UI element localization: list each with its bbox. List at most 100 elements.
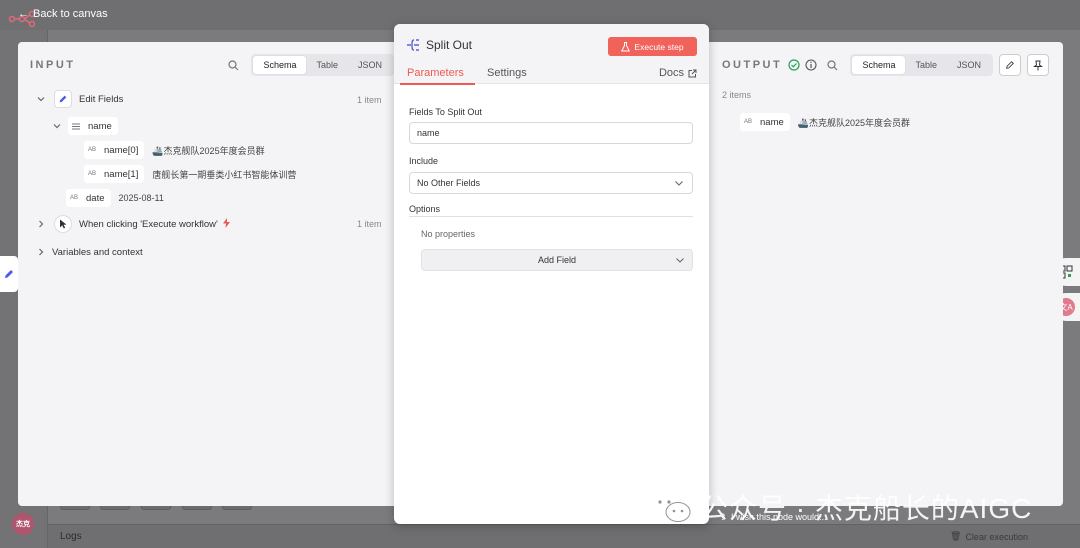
tab-schema[interactable]: Schema xyxy=(253,56,307,74)
edit-output-button[interactable] xyxy=(999,54,1021,76)
node-title: Split Out xyxy=(406,38,472,52)
input-panel: INPUT Schema Table JSON Edit Fields 1 it… xyxy=(18,42,394,506)
name1-value: 唐舰长第一期垂类小红书智能体训营 xyxy=(152,169,297,180)
split-out-icon xyxy=(406,38,420,52)
docs-label: Docs xyxy=(658,67,684,79)
watermark: 公众号 · 杰克船长的AIGC xyxy=(650,487,1032,527)
tab-table[interactable]: Table xyxy=(905,56,947,74)
variables-context-label: Variables and context xyxy=(52,246,143,258)
tab-table[interactable]: Table xyxy=(306,56,348,74)
output-name-label: name xyxy=(760,116,784,128)
trash-icon: 🗑 xyxy=(950,531,962,541)
feedback-link[interactable]: ? I wish this node would... xyxy=(720,512,827,522)
string-type-badge: AB xyxy=(84,165,101,183)
date-label: date xyxy=(86,192,105,204)
output-items-count: 2 items xyxy=(722,90,752,100)
name1-row[interactable]: AB name[1] 唐舰长第一期垂类小红书智能体训营 xyxy=(84,165,296,183)
search-icon[interactable] xyxy=(228,59,239,71)
success-check-icon xyxy=(788,59,800,71)
name-array-label: name xyxy=(88,120,112,132)
arrow-left-icon: ← xyxy=(18,8,29,20)
pencil-icon xyxy=(5,270,13,278)
avatar[interactable]: 杰克 xyxy=(12,513,34,535)
input-view-tabs: Schema Table JSON xyxy=(251,54,394,76)
clear-execution-button[interactable]: 🗑 Clear execution xyxy=(950,531,1028,542)
docs-link[interactable]: Docs xyxy=(659,67,697,79)
output-panel: OUTPUT Schema Table JSON 2 items AB name… xyxy=(708,42,1063,506)
include-value: No Other Fields xyxy=(417,178,481,188)
add-field-label: Add Field xyxy=(537,255,577,265)
date-row[interactable]: AB date 2025-08-11 xyxy=(66,189,164,207)
name0-row[interactable]: AB name[0] 🚢杰克舰队2025年度会员群 xyxy=(84,141,265,159)
cursor-icon xyxy=(54,215,72,233)
name0-label: name[0] xyxy=(104,144,139,156)
chevron-down-icon xyxy=(675,181,683,186)
string-type-badge: AB xyxy=(740,113,757,131)
split-out-node-card: Split Out Execute step Parameters Settin… xyxy=(394,24,709,524)
tab-settings[interactable]: Settings xyxy=(487,67,527,79)
input-header: INPUT Schema Table JSON xyxy=(30,54,394,76)
clear-execution-label: Clear execution xyxy=(965,531,1028,542)
output-name-pill[interactable]: AB name xyxy=(740,113,790,131)
fields-to-split-label: Fields To Split Out xyxy=(409,107,482,117)
lightning-icon xyxy=(222,217,230,231)
tab-schema[interactable]: Schema xyxy=(852,56,906,74)
name-array-pill[interactable]: name xyxy=(68,117,118,135)
output-header: OUTPUT Schema Table JSON xyxy=(722,54,1049,76)
input-title: INPUT xyxy=(30,59,76,71)
chevron-right-icon[interactable] xyxy=(36,220,46,228)
name-array-row[interactable]: name xyxy=(52,117,118,135)
help-icon: ? xyxy=(720,512,726,522)
date-value: 2025-08-11 xyxy=(118,193,164,203)
string-type-badge: AB xyxy=(66,189,83,207)
trigger-label: When clicking 'Execute workflow' xyxy=(79,218,218,230)
output-title: OUTPUT xyxy=(722,59,783,71)
date-pill[interactable]: AB date xyxy=(66,189,111,207)
chevron-down-icon[interactable] xyxy=(52,122,62,130)
feedback-label: I wish this node would... xyxy=(731,512,827,522)
edit-pen-tab[interactable] xyxy=(0,256,18,292)
pin-icon xyxy=(1033,60,1043,70)
chevron-down-icon[interactable] xyxy=(36,95,46,103)
pencil-icon xyxy=(54,90,72,108)
variables-context-row[interactable]: Variables and context xyxy=(36,244,143,260)
output-name-row[interactable]: AB name 🚢杰克舰队2025年度会员群 xyxy=(740,113,910,131)
wechat-icon xyxy=(651,493,691,522)
output-view-tabs: Schema Table JSON xyxy=(850,54,993,76)
tab-json[interactable]: JSON xyxy=(348,56,392,74)
pin-output-button[interactable] xyxy=(1027,54,1049,76)
back-to-canvas-link[interactable]: ← Back to canvas xyxy=(18,8,108,20)
tab-parameters[interactable]: Parameters xyxy=(407,67,464,79)
string-type-badge: AB xyxy=(84,141,101,159)
external-link-icon xyxy=(688,69,697,77)
chevron-down-icon xyxy=(676,258,684,263)
name0-pill[interactable]: AB name[0] xyxy=(84,141,145,159)
fields-to-split-value: name xyxy=(417,128,440,138)
no-properties-text: No properties xyxy=(421,229,476,239)
info-icon[interactable] xyxy=(805,59,817,71)
edit-fields-count: 1 item xyxy=(357,95,382,105)
name1-label: name[1] xyxy=(104,168,139,180)
name1-pill[interactable]: AB name[1] xyxy=(84,165,145,183)
logs-label[interactable]: Logs xyxy=(60,531,82,542)
output-name-value: 🚢杰克舰队2025年度会员群 xyxy=(797,117,911,128)
name0-value: 🚢杰克舰队2025年度会员群 xyxy=(152,145,265,156)
logs-bar xyxy=(48,524,1080,548)
execute-step-label: Execute step xyxy=(634,41,684,52)
chevron-right-icon[interactable] xyxy=(36,248,46,256)
tab-json[interactable]: JSON xyxy=(947,56,991,74)
trigger-count: 1 item xyxy=(357,219,382,229)
trigger-node-row[interactable]: When clicking 'Execute workflow' xyxy=(36,215,230,233)
list-icon xyxy=(68,117,84,135)
options-divider xyxy=(409,216,693,217)
edit-fields-label: Edit Fields xyxy=(79,93,124,105)
edit-fields-node-row[interactable]: Edit Fields xyxy=(36,90,123,108)
search-icon[interactable] xyxy=(827,59,838,71)
execute-step-button[interactable]: Execute step xyxy=(608,37,697,56)
fields-to-split-input[interactable]: name xyxy=(409,122,693,144)
include-select[interactable]: No Other Fields xyxy=(409,172,693,194)
back-to-canvas-label: Back to canvas xyxy=(33,8,108,20)
add-field-button[interactable]: Add Field xyxy=(421,249,693,271)
flask-icon xyxy=(621,41,631,51)
node-title-label: Split Out xyxy=(426,38,473,52)
